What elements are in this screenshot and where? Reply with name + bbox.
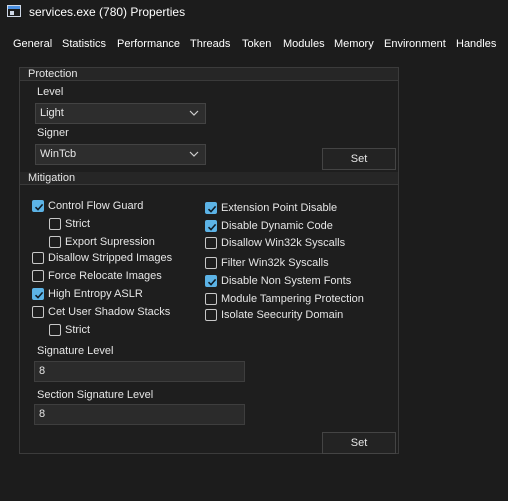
- chevron-down-icon: [189, 151, 199, 157]
- checkbox-box: [32, 288, 44, 300]
- checkbox-cet-strict[interactable]: Strict: [49, 324, 90, 336]
- checkbox-box: [205, 275, 217, 287]
- signer-value: WinTcb: [40, 148, 77, 160]
- tab-general[interactable]: General: [13, 38, 52, 56]
- window-title: services.exe (780) Properties: [29, 5, 186, 19]
- checkbox-box: [32, 306, 44, 318]
- signer-dropdown[interactable]: WinTcb: [35, 144, 206, 165]
- checkbox-box: [205, 257, 217, 269]
- checkbox-control-flow-guard[interactable]: Control Flow Guard: [32, 200, 143, 212]
- checkbox-cfg-strict[interactable]: Strict: [49, 218, 90, 230]
- protection-set-button[interactable]: Set: [322, 148, 396, 170]
- tab-token[interactable]: Token: [242, 38, 271, 56]
- tab-handles[interactable]: Handles: [456, 38, 496, 56]
- chevron-down-icon: [189, 110, 199, 116]
- checkbox-high-entropy-aslr[interactable]: High Entropy ASLR: [32, 288, 143, 300]
- checkbox-box: [205, 293, 217, 305]
- tab-memory[interactable]: Memory: [334, 38, 374, 56]
- protection-header: Protection: [20, 68, 398, 81]
- checkbox-box: [49, 218, 61, 230]
- checkmark-icon: [207, 223, 217, 231]
- mitigation-set-button[interactable]: Set: [322, 432, 396, 454]
- checkmark-icon: [34, 291, 44, 299]
- checkbox-box: [205, 202, 217, 214]
- checkmark-icon: [207, 278, 217, 286]
- checkbox-box: [32, 200, 44, 212]
- level-value: Light: [40, 107, 64, 119]
- title-bar: services.exe (780) Properties: [0, 0, 508, 24]
- checkbox-box: [205, 309, 217, 321]
- tab-strip: General Statistics Performance Threads T…: [0, 38, 508, 56]
- checkbox-disallow-stripped-images[interactable]: Disallow Stripped Images: [32, 252, 172, 264]
- checkbox-cet-user-shadow-stacks[interactable]: Cet User Shadow Stacks: [32, 306, 170, 318]
- checkbox-box: [32, 270, 44, 282]
- tab-statistics[interactable]: Statistics: [62, 38, 106, 56]
- checkbox-box: [49, 236, 61, 248]
- checkbox-box: [49, 324, 61, 336]
- checkbox-force-relocate-images[interactable]: Force Relocate Images: [32, 270, 162, 282]
- level-dropdown[interactable]: Light: [35, 103, 206, 124]
- checkbox-filter-win32k-syscalls[interactable]: Filter Win32k Syscalls: [205, 257, 329, 269]
- checkbox-extension-point-disable[interactable]: Extension Point Disable: [205, 202, 337, 214]
- checkbox-disable-non-system-fonts[interactable]: Disable Non System Fonts: [205, 275, 351, 287]
- tab-modules[interactable]: Modules: [283, 38, 325, 56]
- checkmark-icon: [207, 205, 217, 213]
- checkbox-module-tampering-protection[interactable]: Module Tampering Protection: [205, 293, 364, 305]
- section-signature-level-label: Section Signature Level: [37, 389, 154, 401]
- tab-environment[interactable]: Environment: [384, 38, 446, 56]
- section-signature-level-field[interactable]: 8: [34, 404, 245, 425]
- window-icon: [7, 5, 21, 17]
- signer-label: Signer: [37, 127, 69, 139]
- checkbox-export-supression[interactable]: Export Supression: [49, 236, 155, 248]
- tab-performance[interactable]: Performance: [117, 38, 180, 56]
- signature-level-label: Signature Level: [37, 345, 114, 357]
- checkbox-disable-dynamic-code[interactable]: Disable Dynamic Code: [205, 220, 333, 232]
- level-label: Level: [37, 86, 64, 98]
- checkbox-box: [205, 220, 217, 232]
- checkmark-icon: [34, 203, 44, 211]
- checkbox-box: [205, 237, 217, 249]
- tab-threads[interactable]: Threads: [190, 38, 230, 56]
- checkbox-box: [32, 252, 44, 264]
- checkbox-disallow-win32k-syscalls[interactable]: Disallow Win32k Syscalls: [205, 237, 345, 249]
- signature-level-field[interactable]: 8: [34, 361, 245, 382]
- checkbox-isolate-security-domain[interactable]: Isolate Seecurity Domain: [205, 309, 343, 321]
- mitigation-header: Mitigation: [20, 172, 398, 185]
